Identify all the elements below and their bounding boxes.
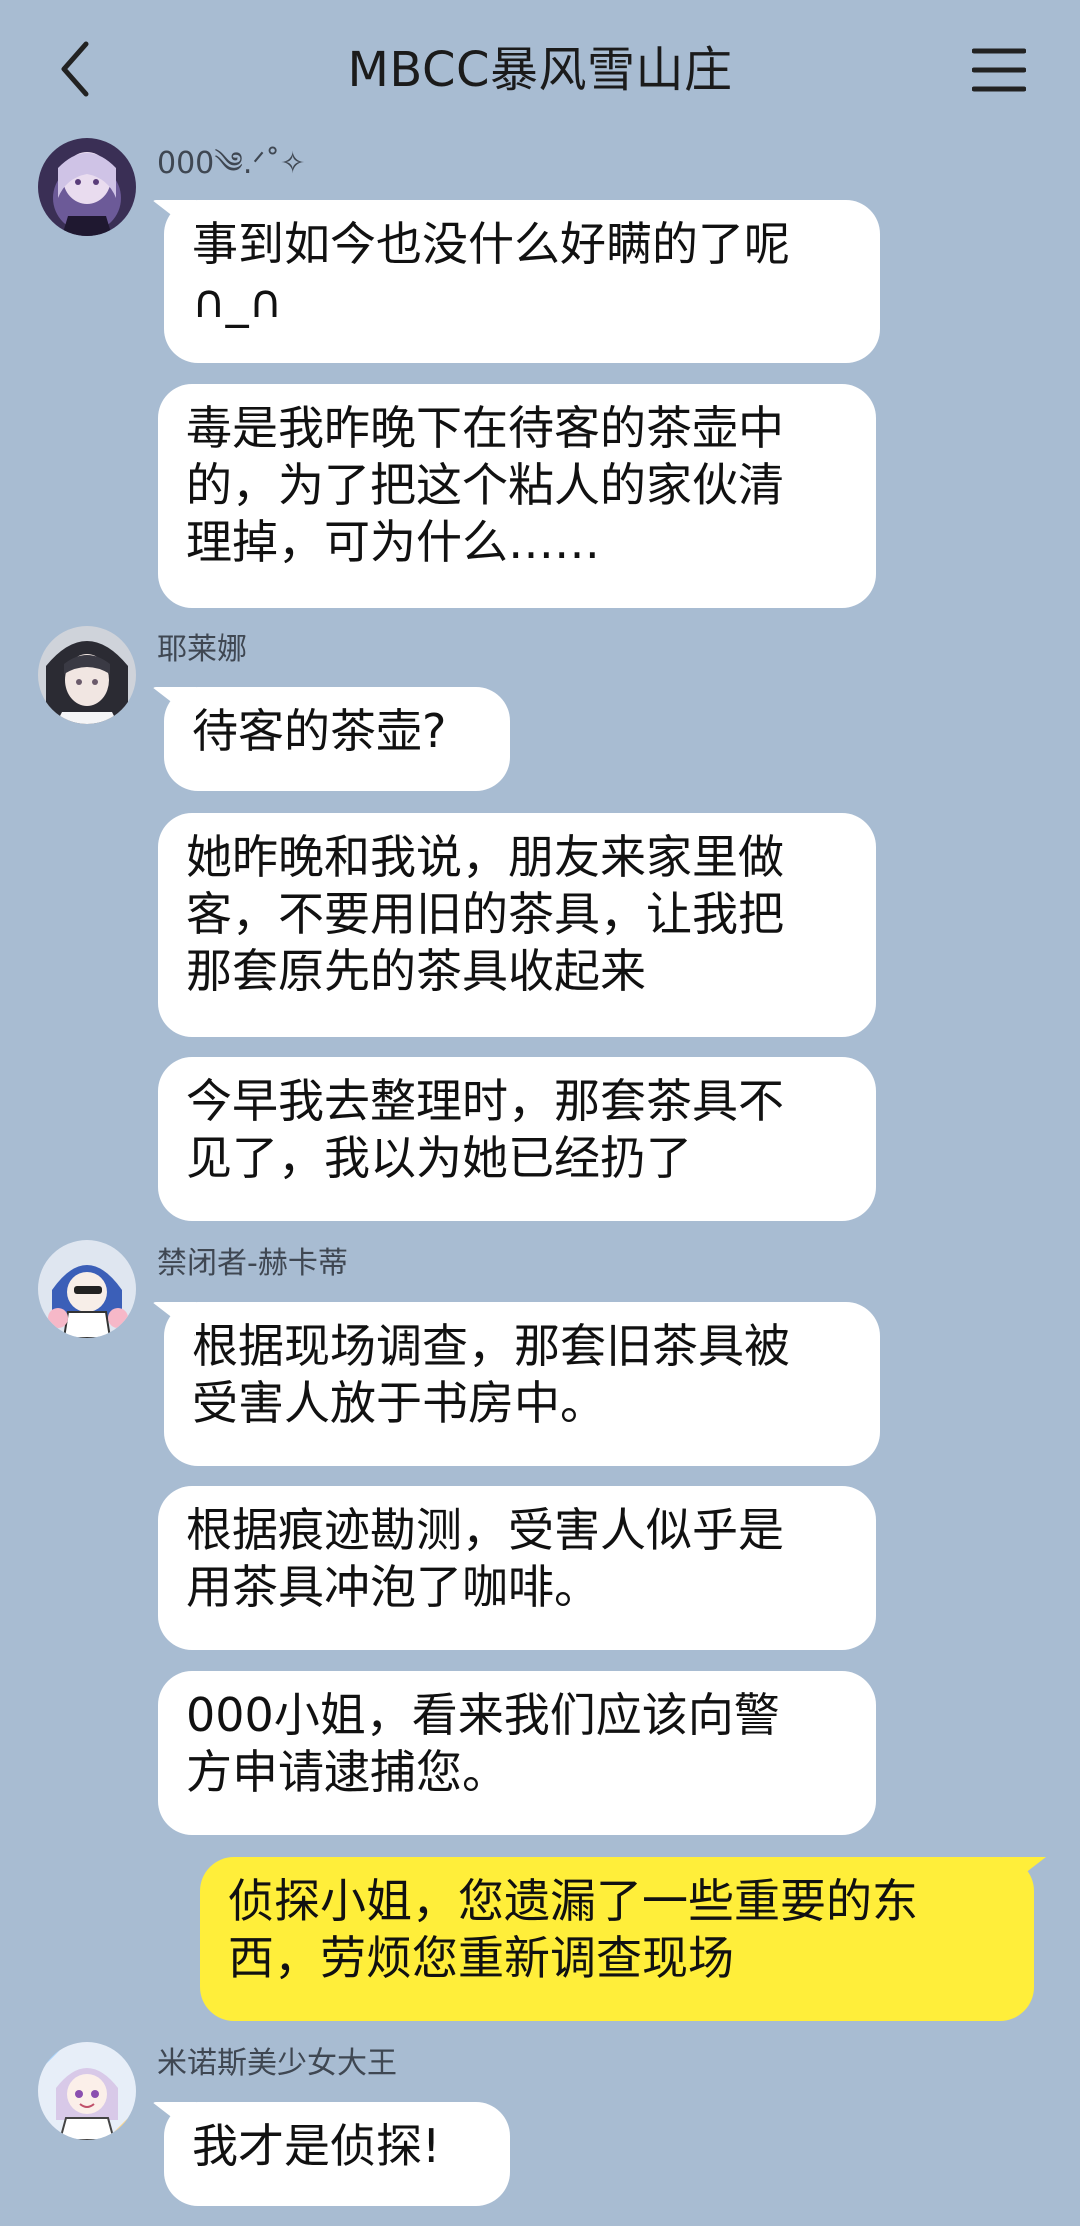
message-bubble[interactable]: 事到如今也没什么好瞒的了呢 ∩_∩ xyxy=(164,200,880,363)
chat-title: MBCC暴风雪山庄 xyxy=(347,42,733,98)
message-bubble[interactable]: 根据痕迹勘测，受害人似乎是 用茶具冲泡了咖啡。 xyxy=(158,1486,876,1650)
hamburger-menu-icon xyxy=(971,48,1027,92)
avatar[interactable] xyxy=(38,1240,136,1338)
message-bubble[interactable]: 今早我去整理时，那套茶具不 见了，我以为她已经扔了 xyxy=(158,1057,876,1221)
my-message-bubble[interactable]: 侦探小姐，您遗漏了一些重要的东 西，劳烦您重新调查现场 xyxy=(200,1857,1034,2021)
sender-name: 米诺斯美少女大王 xyxy=(157,2046,397,2081)
menu-button[interactable] xyxy=(971,46,1027,94)
message-bubble[interactable]: 我才是侦探! xyxy=(164,2102,510,2206)
sender-name: 000༄.ᐟ˚✧ xyxy=(157,146,306,181)
message-bubble[interactable]: 待客的茶壶? xyxy=(164,687,510,791)
message-bubble[interactable]: 000小姐，看来我们应该向警 方申请逮捕您。 xyxy=(158,1671,876,1835)
chat-header: MBCC暴风雪山庄 xyxy=(0,0,1080,140)
avatar[interactable] xyxy=(38,2042,136,2140)
sender-name: 耶莱娜 xyxy=(157,632,247,667)
avatar[interactable] xyxy=(38,626,136,724)
message-bubble[interactable]: 毒是我昨晚下在待客的茶壶中 的，为了把这个粘人的家伙清 理掉，可为什么…… xyxy=(158,384,876,608)
sender-name: 禁闭者-赫卡蒂 xyxy=(157,1246,348,1281)
avatar[interactable] xyxy=(38,138,136,236)
message-bubble[interactable]: 她昨晚和我说，朋友来家里做 客，不要用旧的茶具，让我把 那套原先的茶具收起来 xyxy=(158,813,876,1037)
message-bubble[interactable]: 根据现场调查，那套旧茶具被 受害人放于书房中。 xyxy=(164,1302,880,1466)
